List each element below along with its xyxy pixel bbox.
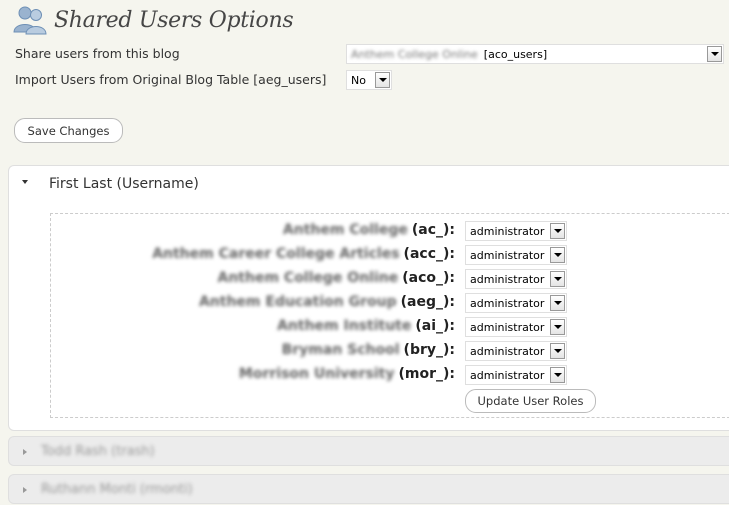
role-row: Anthem College Online (aco_): [35,270,456,286]
role-row: Anthem Education Group (aeg_): [35,294,455,310]
user-panel-collapsed[interactable]: Todd Rash (trash) [8,436,729,466]
role-row: Morrison University (mor_): [35,366,455,382]
page-title: Shared Users Options [54,7,294,33]
role-select[interactable]: administrator [465,317,567,337]
chevron-down-icon[interactable] [707,46,722,62]
import-users-value: No [351,73,366,87]
role-value: administrator [470,320,545,334]
role-select[interactable]: administrator [465,221,567,241]
share-blog-table: [aco_users] [483,47,548,61]
blog-prefix: (mor_): [398,366,455,382]
chevron-down-icon[interactable] [550,247,565,263]
page-header: Shared Users Options [12,2,294,38]
blog-prefix: (bry_): [403,342,455,358]
role-select[interactable]: administrator [465,341,567,361]
chevron-down-icon[interactable] [375,72,390,88]
role-select[interactable]: administrator [465,245,567,265]
share-blog-name: Anthem College Online [351,47,478,61]
role-row: Bryman School (bry_): [35,342,455,358]
blog-prefix: (acc_): [403,246,455,262]
blog-name: Anthem Education Group [198,294,397,310]
update-roles-button[interactable]: Update User Roles [465,389,596,413]
chevron-down-icon[interactable] [550,319,565,335]
chevron-down-icon[interactable] [550,295,565,311]
chevron-down-icon[interactable] [550,367,565,383]
blog-name: Anthem Institute [277,318,412,334]
roles-box [50,213,729,418]
blog-name: Anthem College Online [217,270,399,286]
blog-prefix: (aco_): [402,270,455,286]
user-panel-title[interactable]: Todd Rash (trash) [41,444,155,459]
role-value: administrator [470,368,545,382]
role-value: administrator [470,272,545,286]
blog-name: Anthem College [282,222,408,238]
role-value: administrator [470,248,545,262]
expand-arrow-icon[interactable] [23,487,27,493]
expand-toggle-icon[interactable] [22,180,28,184]
chevron-down-icon[interactable] [550,343,565,359]
save-changes-button[interactable]: Save Changes [14,118,123,143]
share-users-label: Share users from this blog [15,46,180,61]
role-select[interactable]: administrator [465,365,567,385]
share-blog-select[interactable]: Anthem College Online [aco_users] [346,44,724,64]
role-select[interactable]: administrator [465,269,567,289]
import-users-select[interactable]: No [346,70,392,90]
role-value: administrator [470,224,545,238]
expand-arrow-icon[interactable] [23,449,27,455]
role-select[interactable]: administrator [465,293,567,313]
blog-name: Anthem Career College Articles [152,246,400,262]
role-row: Anthem Career College Articles (acc_): [35,246,455,262]
user-panel-collapsed[interactable]: Ruthann Monti (rmonti) [8,474,729,504]
chevron-down-icon[interactable] [550,223,565,239]
role-value: administrator [470,344,545,358]
chevron-down-icon[interactable] [550,271,565,287]
role-row: Anthem Institute (ai_): [35,318,455,334]
role-value: administrator [470,296,545,310]
blog-prefix: (aeg_): [400,294,455,310]
user-panel-title[interactable]: Ruthann Monti (rmonti) [41,482,193,497]
blog-prefix: (ac_): [411,222,455,238]
blog-name: Bryman School [281,342,400,358]
blog-name: Morrison University [238,366,395,382]
users-icon [13,6,47,35]
user-panel-title[interactable]: First Last (Username) [49,176,199,192]
import-users-label: Import Users from Original Blog Table [a… [15,72,327,87]
blog-prefix: (ai_): [415,318,455,334]
role-row: Anthem College (ac_): [35,222,455,238]
